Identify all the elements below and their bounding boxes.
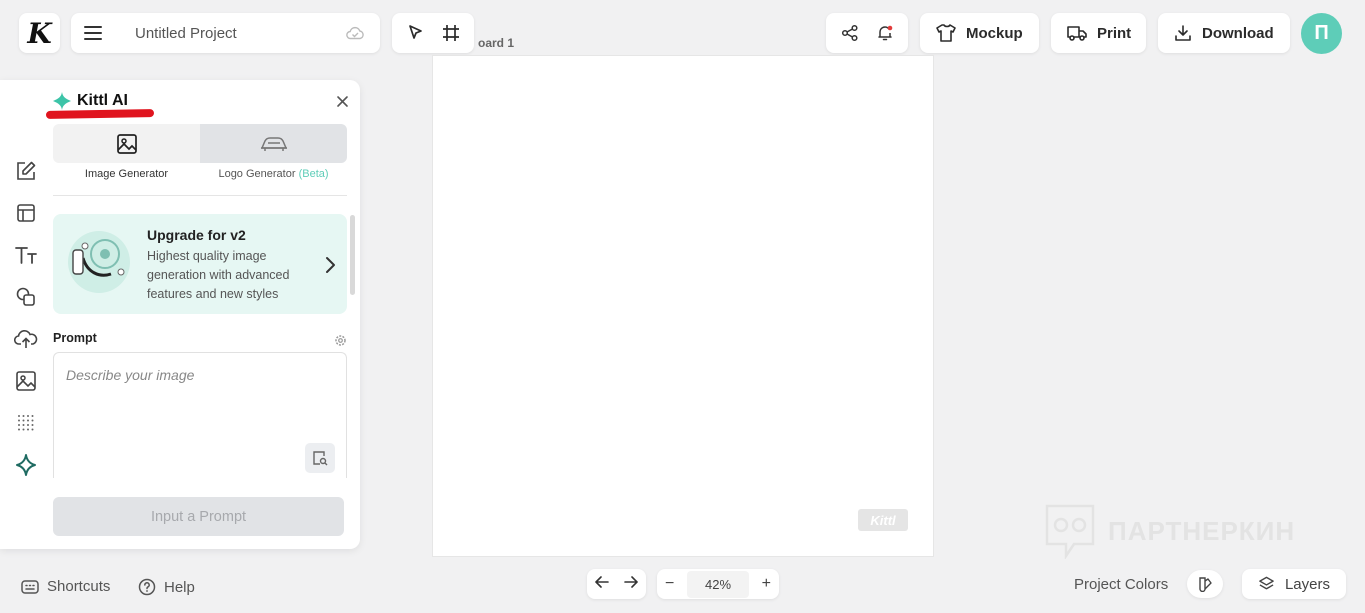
- undo-icon[interactable]: [594, 575, 609, 593]
- project-colors-button[interactable]: [1187, 570, 1223, 598]
- artboard[interactable]: Kittl: [432, 55, 934, 557]
- tab-logo-generator[interactable]: [200, 124, 347, 163]
- gear-icon[interactable]: [334, 334, 347, 352]
- zoom-out-button[interactable]: −: [665, 575, 674, 593]
- partner-watermark: ПАРТНЕРКИН: [1044, 503, 1295, 559]
- notification-bell-icon[interactable]: [876, 24, 894, 42]
- print-button[interactable]: Print: [1051, 13, 1146, 53]
- cloud-sync-icon: [346, 26, 364, 40]
- hamburger-menu-icon[interactable]: [71, 13, 115, 53]
- truck-icon: [1067, 24, 1087, 42]
- upgrade-title: Upgrade for v2: [147, 227, 246, 243]
- templates-icon[interactable]: [12, 192, 40, 234]
- shortcuts-label: Shortcuts: [47, 578, 111, 595]
- layers-icon: [1259, 576, 1274, 590]
- download-icon: [1174, 24, 1192, 42]
- generate-button[interactable]: Input a Prompt: [53, 497, 344, 536]
- shapes-icon[interactable]: [12, 276, 40, 318]
- tshirt-icon: [936, 24, 956, 42]
- mockup-label: Mockup: [966, 24, 1023, 42]
- generator-tabs: [53, 124, 347, 163]
- share-bar: [826, 13, 908, 53]
- project-title[interactable]: Untitled Project: [135, 25, 346, 42]
- tool-bar: [392, 13, 474, 53]
- shortcuts-link[interactable]: Shortcuts: [21, 578, 110, 595]
- chevron-right-icon: [323, 256, 337, 279]
- undo-redo-controls: [587, 569, 646, 599]
- zoom-in-button[interactable]: +: [762, 575, 771, 593]
- sparkle-icon: [53, 92, 71, 110]
- car-badge-icon: [260, 136, 287, 151]
- upgrade-banner[interactable]: Upgrade for v2 Highest quality image gen…: [53, 214, 347, 314]
- help-label: Help: [164, 578, 195, 596]
- download-button[interactable]: Download: [1158, 13, 1290, 53]
- palette-icon: [1199, 577, 1212, 592]
- upgrade-illustration: [65, 228, 133, 298]
- help-link[interactable]: Help: [138, 578, 195, 596]
- share-icon[interactable]: [841, 24, 859, 42]
- watermark-logo-icon: [1045, 504, 1095, 559]
- text-icon[interactable]: [12, 234, 40, 276]
- upload-icon[interactable]: [12, 318, 40, 360]
- keyboard-icon: [21, 579, 39, 594]
- edit-icon[interactable]: [12, 150, 40, 192]
- panel-title-text: Kittl AI: [77, 92, 128, 109]
- prompt-textarea-container: [53, 352, 347, 478]
- pattern-icon[interactable]: [12, 402, 40, 444]
- tool-sidebar: [12, 150, 40, 486]
- kittl-logo: K: [27, 16, 52, 50]
- panel-scrollbar[interactable]: [350, 215, 355, 295]
- layers-label: Layers: [1284, 575, 1330, 593]
- beta-badge: (Beta): [298, 168, 329, 180]
- close-icon[interactable]: [335, 94, 350, 109]
- tab-image-generator[interactable]: [53, 124, 200, 163]
- mockup-button[interactable]: Mockup: [920, 13, 1039, 53]
- tab-logo-label-text: Logo Generator: [218, 168, 296, 180]
- photos-icon[interactable]: [12, 360, 40, 402]
- ai-sparkle-icon[interactable]: [12, 444, 40, 486]
- layers-button[interactable]: Layers: [1242, 569, 1346, 599]
- kittl-watermark: Kittl: [858, 509, 908, 531]
- tab-logo-generator-label: Logo Generator (Beta): [200, 168, 347, 180]
- select-cursor-icon[interactable]: [407, 24, 425, 42]
- zoom-controls: − 42% +: [657, 569, 779, 599]
- download-label: Download: [1202, 24, 1274, 42]
- kittl-logo-button[interactable]: K: [19, 13, 60, 53]
- image-icon: [116, 133, 137, 154]
- upgrade-description: Highest quality image generation with ad…: [147, 249, 290, 301]
- partner-watermark-text: ПАРТНЕРКИН: [1108, 515, 1296, 546]
- prompt-input[interactable]: [66, 367, 336, 383]
- prompt-library-button[interactable]: [305, 443, 335, 473]
- prompt-label: Prompt: [53, 331, 97, 345]
- artboard-crop-icon[interactable]: [442, 24, 460, 42]
- help-circle-icon: [138, 578, 156, 596]
- redo-icon[interactable]: [624, 575, 639, 593]
- zoom-level[interactable]: 42%: [686, 570, 750, 598]
- user-avatar[interactable]: П: [1301, 13, 1342, 54]
- project-colors-label[interactable]: Project Colors: [1074, 576, 1168, 593]
- tab-image-generator-label: Image Generator: [84, 168, 169, 180]
- print-label: Print: [1097, 24, 1132, 42]
- panel-title: Kittl AI: [53, 92, 128, 110]
- project-bar: Untitled Project: [71, 13, 380, 53]
- artboard-label[interactable]: oard 1: [478, 36, 514, 50]
- search-document-icon: [313, 451, 328, 466]
- divider: [53, 195, 347, 196]
